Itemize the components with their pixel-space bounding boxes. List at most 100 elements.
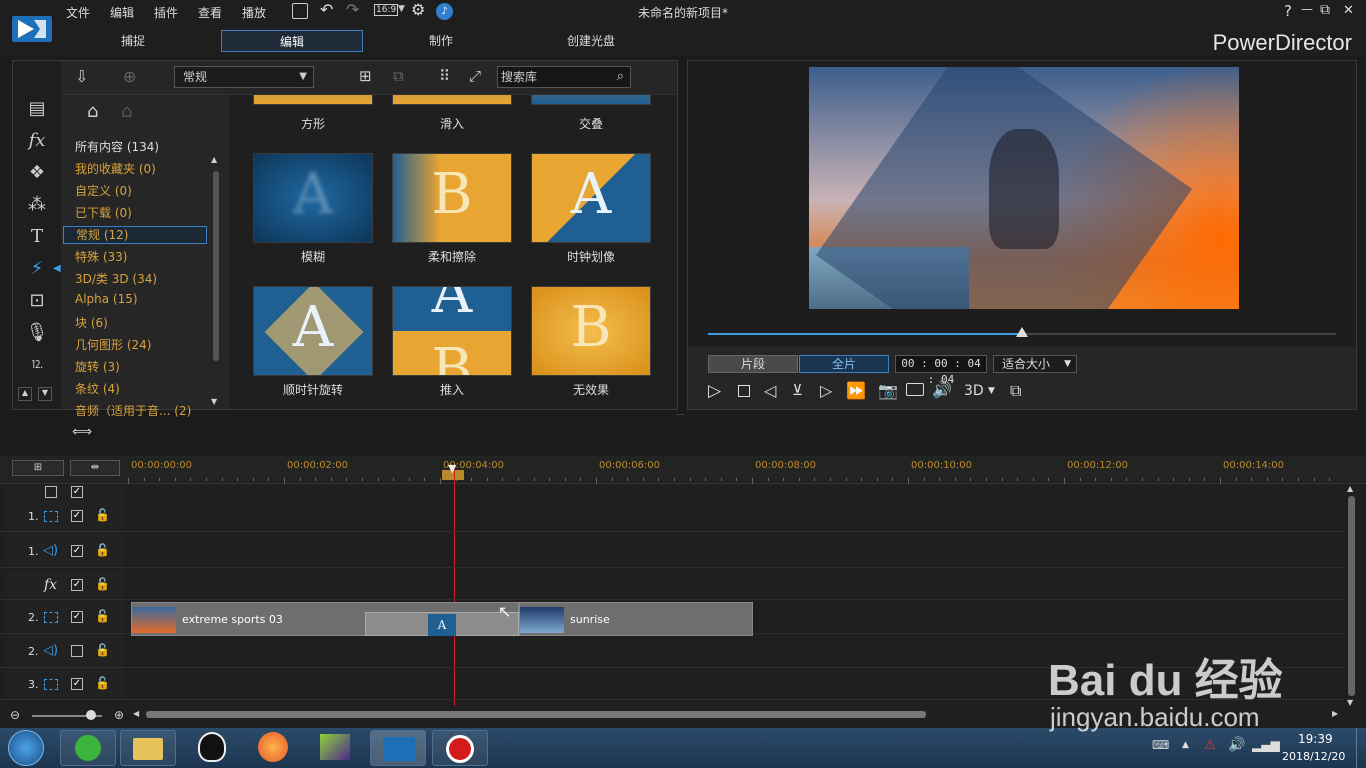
- grid-view-icon[interactable]: ⠿: [439, 67, 450, 85]
- movie-mode-button[interactable]: 全片: [799, 355, 889, 373]
- thumbnail-size-icon[interactable]: ⤢: [469, 67, 481, 85]
- scroll-down-icon[interactable]: ▼: [38, 387, 52, 401]
- volume-icon[interactable]: 🔊: [932, 380, 952, 399]
- category-item[interactable]: 所有内容 (134): [75, 138, 159, 155]
- category-item[interactable]: 特殊 (33): [75, 248, 127, 265]
- category-item[interactable]: 我的收藏夹 (0): [75, 160, 156, 177]
- scroll-up-arrow-icon[interactable]: ▲: [211, 155, 217, 164]
- chevron-down-icon[interactable]: ▼: [398, 4, 405, 14]
- category-item[interactable]: 条纹 (4): [75, 380, 120, 397]
- thumbnail-clock-wipe[interactable]: A: [531, 153, 651, 243]
- category-item[interactable]: 自定义 (0): [75, 182, 132, 199]
- thumbnail-overlap[interactable]: [531, 95, 651, 105]
- play-icon[interactable]: ▷: [708, 381, 721, 401]
- lock-icon[interactable]: 🔓: [95, 577, 110, 591]
- timeline-track[interactable]: 1. ◁) ✓ 🔓: [0, 534, 1344, 568]
- undo-icon[interactable]: ↶: [320, 0, 333, 19]
- network-alert-icon[interactable]: ⚠: [1204, 738, 1216, 753]
- help-button[interactable]: ?: [1284, 2, 1292, 20]
- download-icon[interactable]: ⊕: [123, 67, 136, 86]
- category-item[interactable]: 已下载 (0): [75, 204, 132, 221]
- timeline-track[interactable]: fx ✓ 🔓: [0, 570, 1344, 600]
- aspect-ratio-selector[interactable]: 16:9: [374, 4, 399, 16]
- apply-to-all-icon[interactable]: ⧉: [393, 67, 404, 85]
- timecode-display[interactable]: 00 : 00 : 04 : 04: [895, 355, 987, 386]
- splitter-handle[interactable]: ⋯: [676, 410, 684, 419]
- chapter-room-icon[interactable]: ⒓: [25, 353, 49, 377]
- category-item[interactable]: 音频（适用于音... (2): [75, 402, 191, 419]
- qq-icon[interactable]: [198, 732, 226, 762]
- lock-icon[interactable]: 🔓: [95, 543, 110, 557]
- track-enable-checkbox[interactable]: ✓: [71, 579, 83, 591]
- title-room-icon[interactable]: T: [25, 225, 49, 249]
- keyboard-icon[interactable]: ⌨: [1152, 738, 1169, 752]
- thumbnail-clockwise-rotate[interactable]: A: [253, 286, 373, 376]
- scroll-down-arrow-icon[interactable]: ▼: [211, 397, 217, 406]
- close-button[interactable]: ✕: [1343, 3, 1354, 18]
- lock-icon[interactable]: 🔓: [95, 676, 110, 690]
- start-button[interactable]: [8, 730, 44, 766]
- category-item[interactable]: 旋转 (3): [75, 358, 120, 375]
- search-icon[interactable]: ⌕: [617, 67, 624, 87]
- menu-view[interactable]: 查看: [198, 4, 222, 21]
- audio-mixing-room-icon[interactable]: ⊡: [25, 289, 49, 313]
- category-item[interactable]: 常规 (12): [63, 226, 207, 244]
- fit-size-dropdown[interactable]: 适合大小 ▼: [993, 355, 1077, 373]
- show-desktop-button[interactable]: [1356, 728, 1366, 768]
- lock-icon[interactable]: 🔓: [95, 643, 110, 657]
- tab-create-disc[interactable]: 创建光盘: [520, 30, 662, 52]
- category-item[interactable]: Alpha (15): [75, 292, 138, 306]
- track-enable-checkbox[interactable]: ✓: [71, 678, 83, 690]
- mode-3d-button[interactable]: 3D: [964, 383, 984, 399]
- scroll-up-arrow-icon[interactable]: ▲: [1347, 484, 1353, 493]
- thumbnail-slide-in[interactable]: [392, 95, 512, 105]
- seekbar-thumb[interactable]: [1016, 327, 1028, 337]
- transition-marker[interactable]: A: [365, 612, 519, 636]
- lock-icon[interactable]: 🔓: [95, 609, 110, 623]
- menu-file[interactable]: 文件: [66, 4, 90, 21]
- save-icon[interactable]: [292, 3, 308, 19]
- effect-room-icon[interactable]: fx: [25, 129, 49, 153]
- speaker-icon[interactable]: 🔊: [1228, 737, 1245, 753]
- category-scrollbar[interactable]: [213, 171, 219, 361]
- snapshot-camera-icon[interactable]: 📷: [878, 381, 898, 400]
- taskbar-powerdirector[interactable]: [370, 730, 426, 766]
- video-clip[interactable]: sunrise: [519, 602, 753, 636]
- fit-timeline-button[interactable]: ⇹: [70, 460, 120, 476]
- previous-frame-icon[interactable]: ◁: [764, 381, 776, 400]
- tag-add-icon[interactable]: ⌂: [87, 101, 98, 122]
- timeline-horizontal-scrollbar[interactable]: [146, 711, 926, 718]
- redo-icon[interactable]: ↷: [346, 0, 359, 19]
- category-item[interactable]: 3D/类 3D (34): [75, 270, 157, 287]
- menu-play[interactable]: 播放: [242, 4, 266, 21]
- split-icon[interactable]: ⊻: [792, 381, 803, 399]
- player-icon[interactable]: [320, 734, 350, 760]
- clock-time[interactable]: 19:39: [1298, 732, 1333, 746]
- thumbnail-soft-wipe[interactable]: B: [392, 153, 512, 243]
- library-dropdown[interactable]: 常规 ▼: [174, 66, 314, 88]
- pip-room-icon[interactable]: ❖: [25, 161, 49, 185]
- taskbar-explorer[interactable]: [120, 730, 176, 766]
- firefox-icon[interactable]: [258, 732, 288, 762]
- settings-gear-icon[interactable]: ⚙: [411, 0, 425, 19]
- lock-icon[interactable]: 🔓: [95, 508, 110, 522]
- next-frame-icon[interactable]: ▷: [820, 381, 832, 400]
- thumbnail-push[interactable]: A B: [392, 286, 512, 376]
- tag-remove-icon[interactable]: ⌂: [121, 101, 132, 122]
- menu-edit[interactable]: 编辑: [110, 4, 134, 21]
- stop-icon[interactable]: [738, 385, 750, 397]
- scroll-left-arrow-icon[interactable]: ◀: [133, 709, 139, 718]
- add-to-favorites-icon[interactable]: ⊞: [359, 67, 372, 85]
- notification-bell-icon[interactable]: ♪: [436, 3, 453, 20]
- maximize-button[interactable]: ⧉: [1320, 2, 1330, 18]
- track-enable-checkbox[interactable]: ✓: [71, 510, 83, 522]
- track-enable-checkbox[interactable]: ✓: [71, 611, 83, 623]
- category-item[interactable]: 块 (6): [75, 314, 108, 331]
- tab-edit[interactable]: 编辑: [221, 30, 363, 52]
- thumbnail-square[interactable]: [253, 95, 373, 105]
- track-enable-checkbox[interactable]: ✓: [71, 545, 83, 557]
- voice-over-room-icon[interactable]: 🎙: [25, 321, 49, 345]
- minimize-button[interactable]: —: [1301, 2, 1313, 16]
- timeline-vertical-scrollbar[interactable]: [1348, 496, 1355, 696]
- particle-room-icon[interactable]: ⁂: [25, 193, 49, 217]
